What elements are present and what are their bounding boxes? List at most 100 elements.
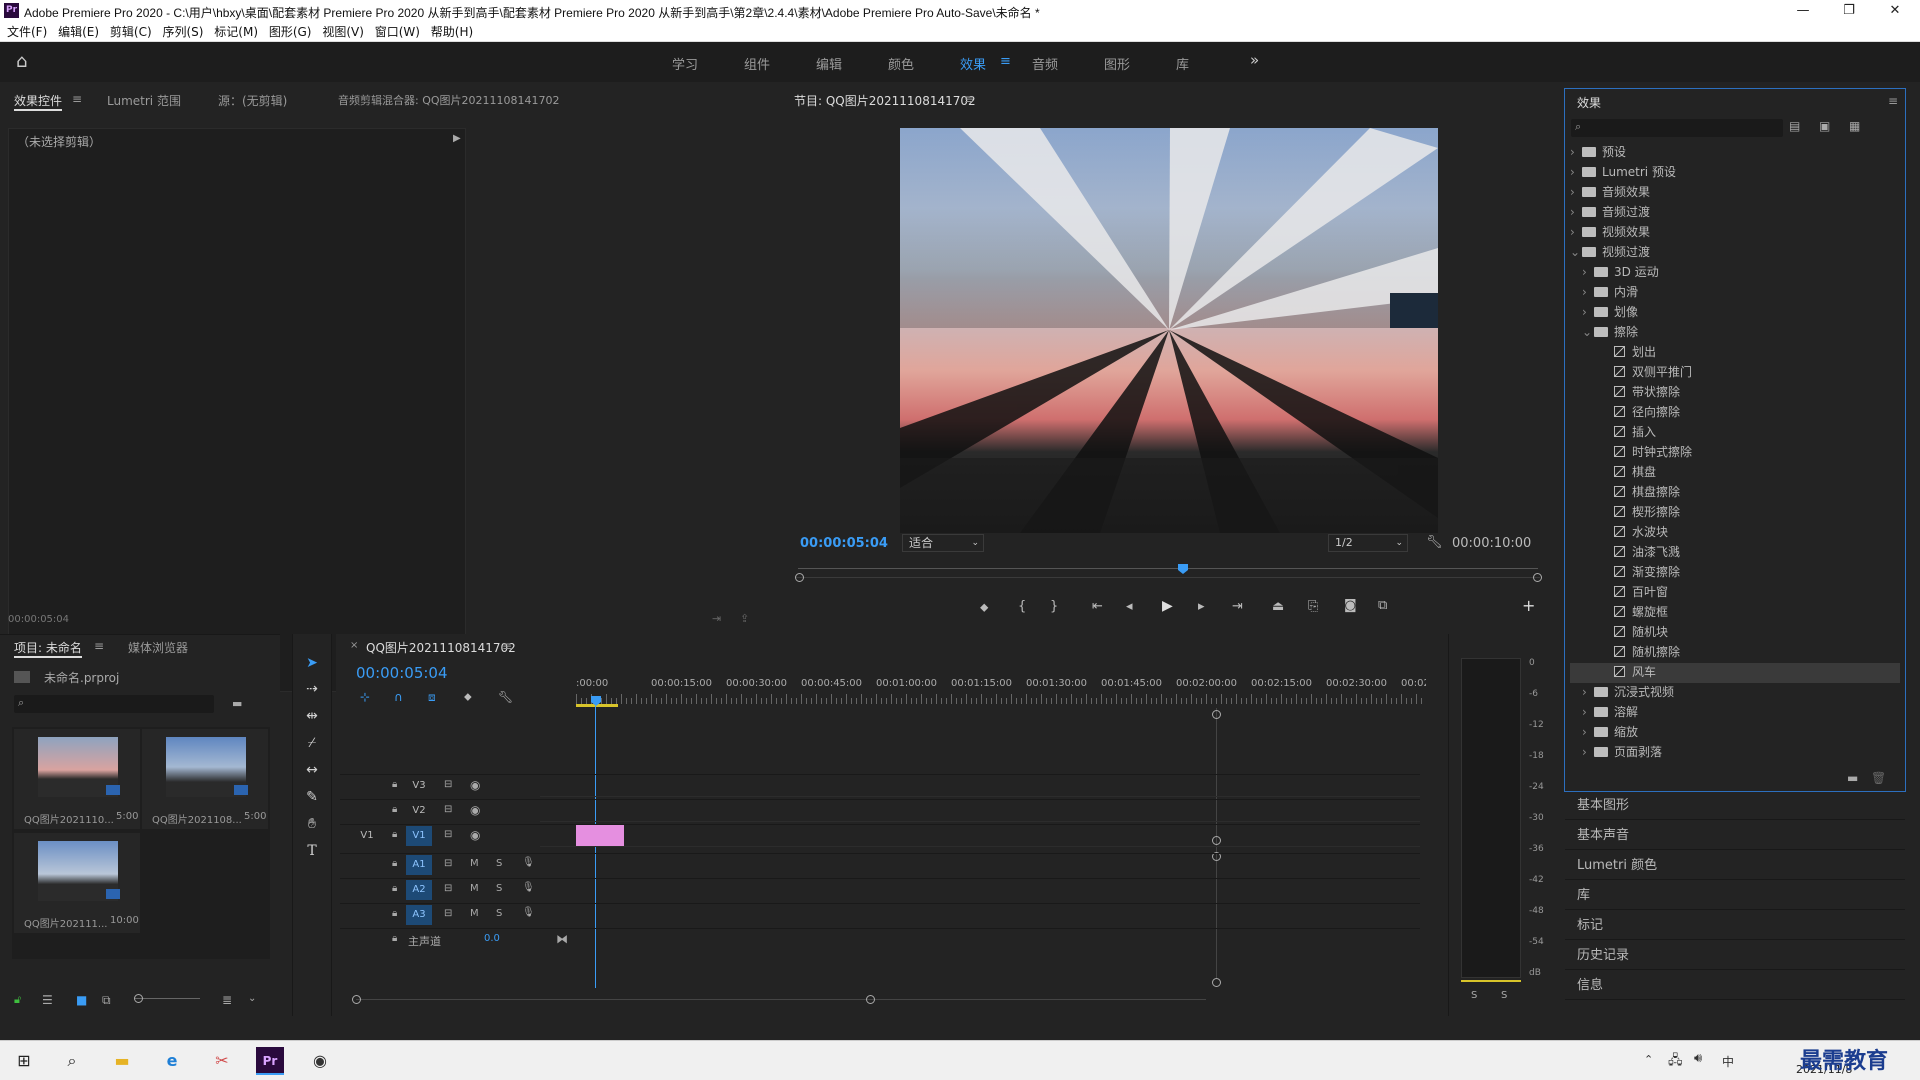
windows-start-icon[interactable]: ⊞ <box>10 1047 38 1075</box>
solo-right-button[interactable]: S <box>1501 990 1507 1001</box>
new-bin-icon[interactable]: ▬ <box>1847 771 1858 785</box>
export-frame-icon[interactable]: ◙ <box>1344 598 1357 613</box>
premiere-taskbar-icon[interactable]: Pr <box>256 1047 284 1075</box>
lock-icon[interactable]: 🔒︎ <box>392 779 397 790</box>
lift-icon[interactable]: ⏏ <box>1272 599 1284 614</box>
time-ruler[interactable]: :00:00 00:00:15:00 00:00:30:00 00:00:45:00 0… <box>576 674 1426 704</box>
track-select-tool-icon[interactable]: ⇢ <box>302 680 322 698</box>
menu-file[interactable]: 文件(F) <box>7 22 47 42</box>
extract-icon[interactable]: ⎘ <box>1308 599 1318 614</box>
zoom-slider[interactable] <box>134 998 200 999</box>
ws-more-icon[interactable]: » <box>1250 51 1259 69</box>
effects-menu-icon[interactable]: ≡ <box>1888 94 1898 108</box>
menu-graphics[interactable]: 图形(G) <box>269 22 312 42</box>
effect-item[interactable]: 时钟式擦除 <box>1570 443 1900 463</box>
chevron-down-icon[interactable]: ⌄ <box>248 993 256 1004</box>
effect-item[interactable]: 棋盘 <box>1570 463 1900 483</box>
effects-panel-title[interactable]: 效果 <box>1577 94 1601 111</box>
effect-item[interactable]: 水波块 <box>1570 523 1900 543</box>
tab-audio-clip-mixer[interactable]: 音频剪辑混合器: QQ图片20211108141702 <box>338 92 560 108</box>
effects-folder[interactable]: › 页面剥落 <box>1582 743 1662 763</box>
file-explorer-icon[interactable]: ▬ <box>108 1047 136 1075</box>
slip-tool-icon[interactable]: ↔ <box>302 761 322 779</box>
edge-browser-icon[interactable]: e <box>158 1047 186 1075</box>
snipping-tool-icon[interactable]: ✂ <box>208 1047 236 1075</box>
mute-button[interactable]: M <box>470 883 479 894</box>
nest-icon[interactable]: ⊹ <box>360 690 370 704</box>
program-menu-icon[interactable]: ≡ <box>964 92 974 106</box>
filter-icon[interactable]: ⇥ <box>712 612 721 625</box>
microphone-icon[interactable]: 🎙︎ <box>522 907 535 918</box>
effects-folder[interactable]: › 音频效果 <box>1570 183 1650 203</box>
ws-libraries[interactable]: 库 <box>1176 54 1189 73</box>
panel-essential-graphics[interactable]: 基本图形 <box>1565 792 1905 820</box>
panel-markers[interactable]: 标记 <box>1565 912 1905 940</box>
home-icon[interactable]: ⌂ <box>16 52 38 72</box>
solo-button[interactable]: S <box>496 883 502 894</box>
panel-history[interactable]: 历史记录 <box>1565 942 1905 970</box>
effects-search-input[interactable]: ⌕ <box>1571 119 1783 137</box>
effect-item[interactable]: 双侧平推门 <box>1570 363 1900 383</box>
panel-essential-sound[interactable]: 基本声音 <box>1565 822 1905 850</box>
media-player-icon[interactable]: ◉ <box>306 1047 334 1075</box>
tab-effect-controls[interactable]: 效果控件 <box>14 92 63 111</box>
step-forward-icon[interactable]: ▸ <box>1198 599 1205 614</box>
scroll-handle[interactable] <box>1212 710 1221 719</box>
ripple-edit-tool-icon[interactable]: ⇹ <box>302 707 322 725</box>
menu-window[interactable]: 窗口(W) <box>375 22 420 42</box>
menu-edit[interactable]: 编辑(E) <box>58 22 99 42</box>
effects-folder[interactable]: › 3D 运动 <box>1582 263 1659 283</box>
zoom-slider-handle[interactable] <box>134 994 143 1003</box>
panel-lumetri-color[interactable]: Lumetri 颜色 <box>1565 852 1905 880</box>
effect-item[interactable]: 渐变擦除 <box>1570 563 1900 583</box>
track-target-v3[interactable]: V3 <box>406 776 432 796</box>
resolution-dropdown[interactable]: 1/2 ⌄ <box>1328 534 1408 552</box>
menu-sequence[interactable]: 序列(S) <box>162 22 203 42</box>
eye-icon[interactable]: ◉ <box>470 778 480 792</box>
sort-icon[interactable]: ≣ <box>222 993 232 1007</box>
solo-button[interactable]: S <box>496 908 502 919</box>
project-search-input[interactable]: ⌕ <box>14 695 214 713</box>
close-tab-icon[interactable]: × <box>350 640 358 651</box>
effect-item[interactable]: 楔形擦除 <box>1570 503 1900 523</box>
project-item[interactable]: QQ图片2021108... 5:00 <box>142 729 268 829</box>
zoom-handle-left[interactable] <box>795 573 804 582</box>
expand-arrow-icon[interactable]: ▶ <box>453 133 461 144</box>
menu-clip[interactable]: 剪辑(C) <box>110 22 152 42</box>
delete-icon[interactable]: 🗑︎ <box>1871 771 1886 785</box>
playhead-icon[interactable] <box>1178 564 1188 574</box>
menu-view[interactable]: 视图(V) <box>322 22 364 42</box>
effects-folder[interactable]: › 视频效果 <box>1570 223 1650 243</box>
go-to-out-icon[interactable]: ⇥ <box>1232 599 1243 614</box>
ws-effects[interactable]: 效果 <box>960 54 986 73</box>
effect-item[interactable]: 油漆飞溅 <box>1570 543 1900 563</box>
program-video-frame[interactable] <box>900 128 1438 533</box>
panel-libraries[interactable]: 库 <box>1565 882 1905 910</box>
razor-tool-icon[interactable]: ⌿ <box>302 734 322 752</box>
minimize-button[interactable]: — <box>1780 0 1826 22</box>
microphone-icon[interactable]: 🎙︎ <box>522 882 535 893</box>
compare-view-icon[interactable]: ⧉ <box>1378 598 1387 613</box>
tab-sequence[interactable]: QQ图片20211108141702 <box>366 639 516 656</box>
add-marker-icon[interactable]: ⬥ <box>464 690 472 704</box>
lock-icon[interactable]: 🔒︎ <box>392 933 397 944</box>
timeline-timecode[interactable]: 00:00:05:04 <box>356 664 448 682</box>
track-target-a3[interactable]: A3 <box>406 905 432 925</box>
effect-item[interactable]: 随机擦除 <box>1570 643 1900 663</box>
effect-item[interactable]: 棋盘擦除 <box>1570 483 1900 503</box>
zoom-handle-right[interactable] <box>1533 573 1542 582</box>
fit-dropdown[interactable]: 适合 ⌄ <box>902 534 984 552</box>
ws-assembly[interactable]: 组件 <box>744 54 770 73</box>
new-bin-icon[interactable]: ▬ <box>232 697 242 710</box>
list-view-icon[interactable]: ☰ <box>42 993 53 1007</box>
eye-icon[interactable]: ◉ <box>470 803 480 817</box>
effects-folder[interactable]: › 内滑 <box>1582 283 1638 303</box>
go-to-end-icon[interactable]: ⧓ <box>556 932 568 946</box>
effect-item[interactable]: 插入 <box>1570 423 1900 443</box>
wrench-icon[interactable]: 🔧︎ <box>1426 535 1443 550</box>
panel-info[interactable]: 信息 <box>1565 972 1905 1000</box>
sequence-menu-icon[interactable]: ≡ <box>502 639 512 653</box>
go-to-in-icon[interactable]: ⇤ <box>1092 599 1103 614</box>
track-target-v2[interactable]: V2 <box>406 801 432 821</box>
timeline-settings-icon[interactable]: 🔧︎ <box>498 690 513 704</box>
